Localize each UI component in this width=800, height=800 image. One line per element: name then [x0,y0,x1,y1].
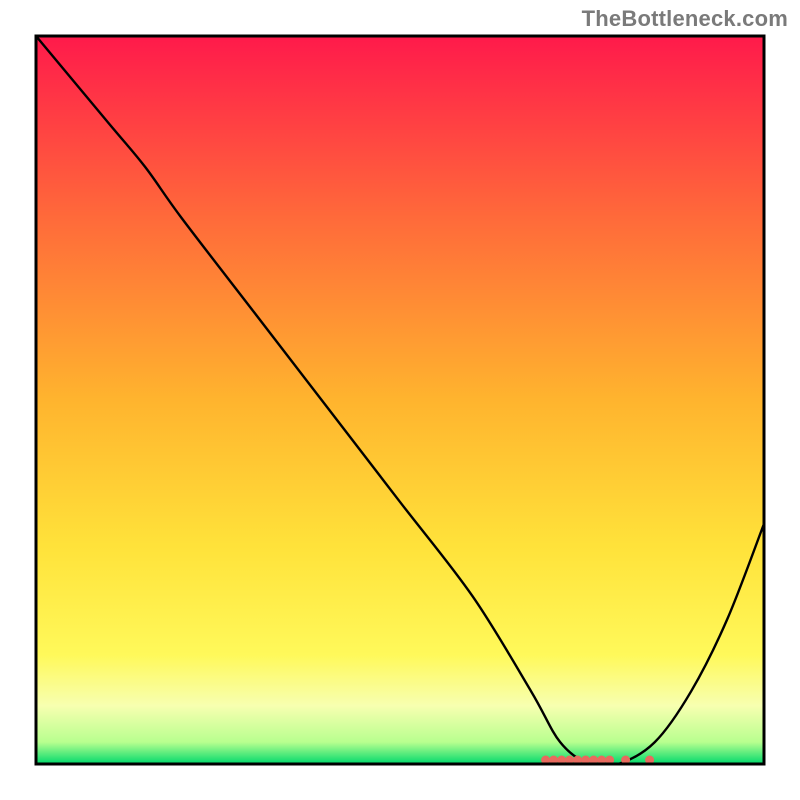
chart-container: TheBottleneck.com [0,0,800,800]
gradient-background [36,36,764,764]
bottleneck-chart [0,0,800,800]
